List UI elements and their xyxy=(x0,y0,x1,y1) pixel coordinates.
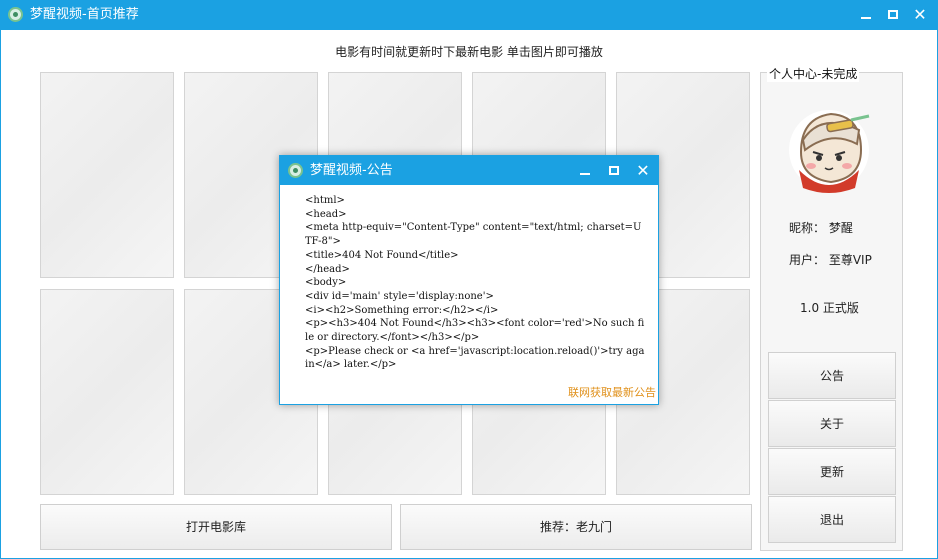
minimize-button[interactable] xyxy=(853,0,879,30)
movie-poster[interactable] xyxy=(40,289,174,495)
user-panel-title: 个人中心-未完成 xyxy=(767,65,860,82)
window-title: 梦醒视频-首页推荐 xyxy=(30,7,139,22)
maximize-icon xyxy=(609,166,619,175)
dialog-maximize-button[interactable] xyxy=(601,156,627,186)
announcement-dialog: 梦醒视频-公告 ✕ <html> <head> <meta http-equiv… xyxy=(279,155,659,405)
title-bar[interactable]: 梦醒视频-首页推荐 ✕ xyxy=(0,0,938,30)
update-button[interactable]: 更新 xyxy=(768,448,896,495)
open-library-button[interactable]: 打开电影库 xyxy=(40,504,392,550)
close-button[interactable]: ✕ xyxy=(907,0,933,30)
dialog-title-bar[interactable]: 梦醒视频-公告 ✕ xyxy=(280,156,658,185)
maximize-button[interactable] xyxy=(880,0,906,30)
announcement-button[interactable]: 公告 xyxy=(768,352,896,399)
dialog-close-button[interactable]: ✕ xyxy=(630,156,656,186)
version-text: 1.0 正式版 xyxy=(800,301,859,315)
nickname-text: 昵称： 梦醒 xyxy=(789,221,853,235)
minimize-icon xyxy=(580,173,590,175)
recommend-button[interactable]: 推荐：老九门 xyxy=(400,504,752,550)
fetch-announcement-link[interactable]: 联网获取最新公告 xyxy=(568,384,656,400)
user-type-text: 用户： 至尊VIP xyxy=(789,253,872,267)
close-icon: ✕ xyxy=(636,161,650,180)
maximize-icon xyxy=(888,10,898,19)
dialog-title: 梦醒视频-公告 xyxy=(310,163,393,178)
close-icon: ✕ xyxy=(913,5,927,24)
avatar xyxy=(789,110,870,193)
movie-poster[interactable] xyxy=(40,72,174,278)
announcement-content: <html> <head> <meta http-equiv="Content-… xyxy=(305,195,645,371)
about-button[interactable]: 关于 xyxy=(768,400,896,447)
app-logo-icon xyxy=(288,163,303,178)
exit-button[interactable]: 退出 xyxy=(768,496,896,543)
minimize-icon xyxy=(861,17,871,19)
hint-text: 电影有时间就更新时下最新电影 单击图片即可播放 xyxy=(335,45,603,59)
app-logo-icon xyxy=(8,7,23,22)
dialog-minimize-button[interactable] xyxy=(572,156,598,186)
